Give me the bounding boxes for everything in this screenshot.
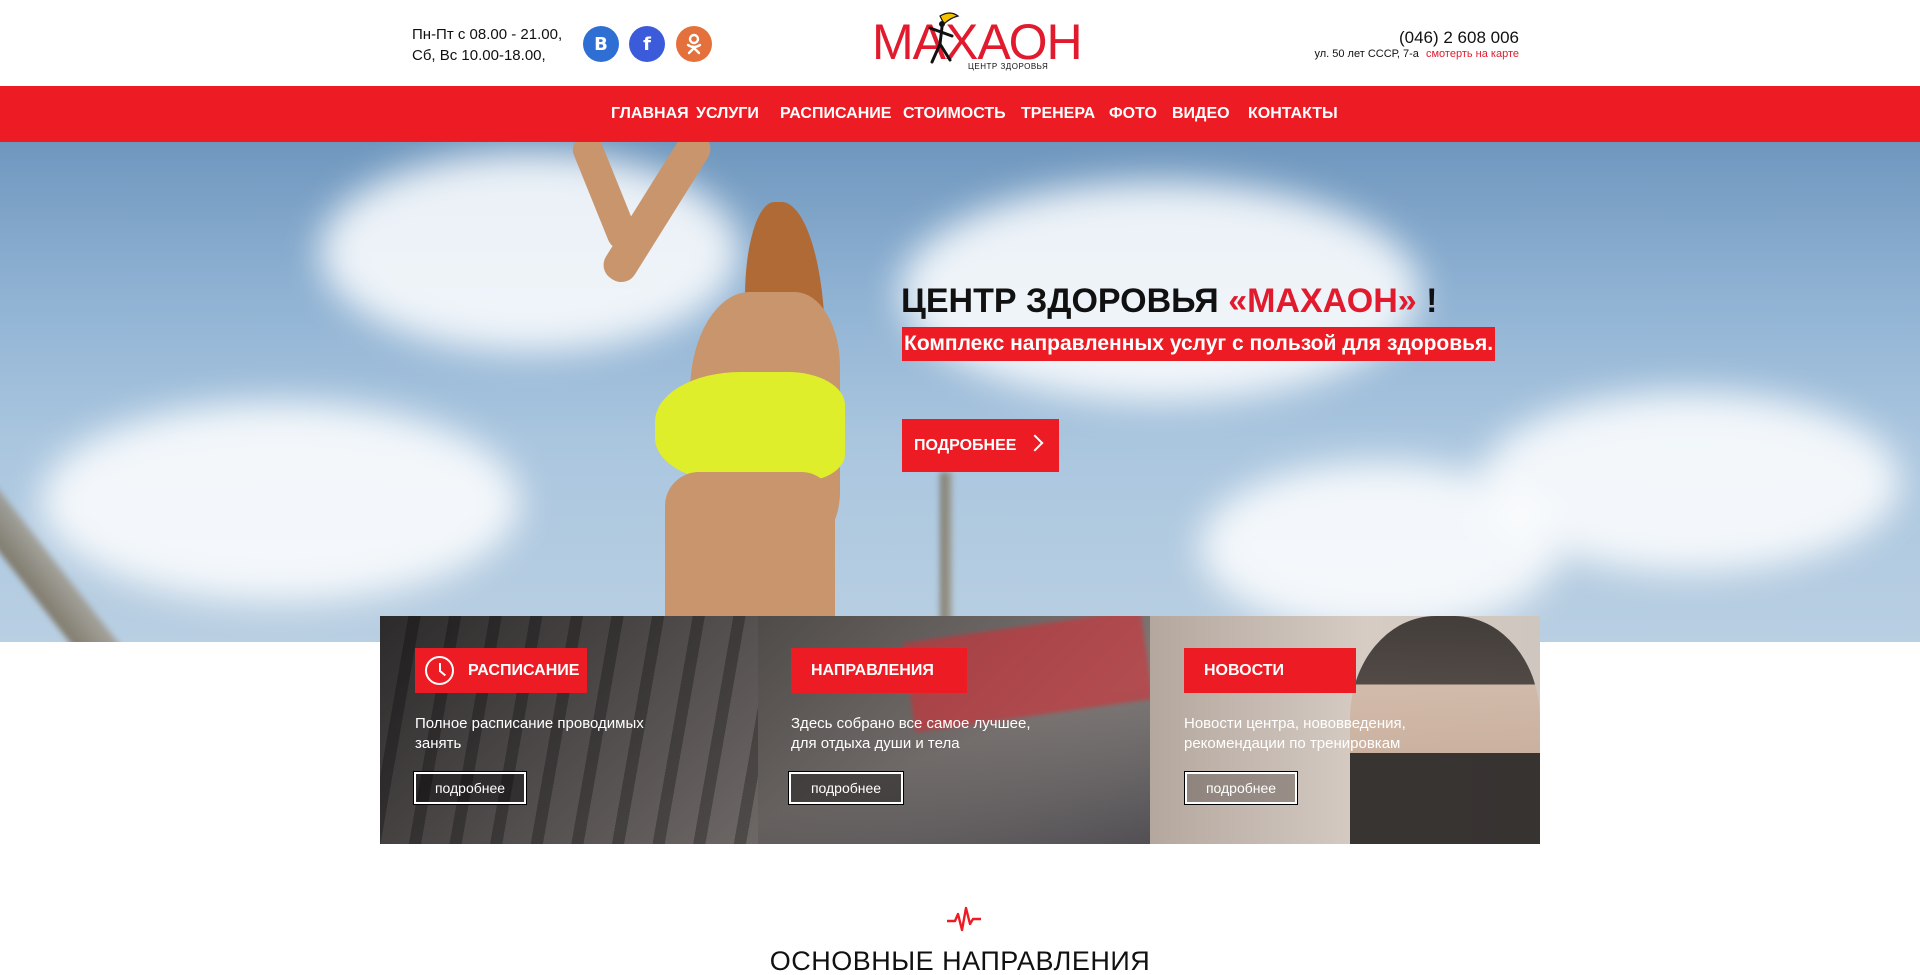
section-title: ОСНОВНЫЕ НАПРАВЛЕНИЯ bbox=[769, 946, 1151, 975]
opening-hours: Пн-Пт с 08.00 - 21.00, Сб, Вс 10.00-18.0… bbox=[412, 24, 562, 66]
heartbeat-icon bbox=[947, 906, 981, 932]
hours-weekdays: Пн-Пт с 08.00 - 21.00, bbox=[412, 26, 563, 43]
map-link[interactable]: смотерть на карте bbox=[1426, 48, 1519, 60]
butterfly-figure-icon bbox=[928, 12, 960, 64]
nav-item-home[interactable]: ГЛАВНАЯ bbox=[611, 86, 689, 142]
nav-item-prices[interactable]: СТОИМОСТЬ bbox=[903, 86, 1006, 142]
address-text: ул. 50 лет СССР, 7-а bbox=[1314, 48, 1419, 60]
phone-number[interactable]: (046) 2 608 006 bbox=[1399, 28, 1519, 48]
hero-title-brand: «МАХАОН» bbox=[1228, 282, 1417, 320]
hero-more-label: ПОДРОБНЕЕ bbox=[914, 436, 1017, 454]
hero-title: ЦЕНТР ЗДОРОВЬЯ «МАХАОН» ! bbox=[901, 282, 1437, 321]
odnoklassniki-glyph bbox=[686, 33, 702, 55]
hero-title-suffix: ! bbox=[1426, 282, 1438, 320]
address-block: ул. 50 лет СССР, 7-а смотерть на карте bbox=[1314, 48, 1519, 60]
hero-subtitle: Комплекс направленных услуг с пользой дл… bbox=[902, 327, 1496, 361]
site-logo[interactable]: МАХАОН ЦЕНТР ЗДОРОВЬЯ bbox=[870, 10, 1083, 76]
nav-item-services[interactable]: УСЛУГИ bbox=[696, 86, 759, 142]
main-nav: ГЛАВНАЯ УСЛУГИ РАСПИСАНИЕ СТОИМОСТЬ ТРЕН… bbox=[0, 86, 1920, 142]
vk-glyph: B bbox=[594, 33, 608, 55]
nav-item-trainers[interactable]: ТРЕНЕРА bbox=[1021, 86, 1095, 142]
logo-wordmark: МАХАОН bbox=[872, 14, 1083, 70]
hero-cloud bbox=[40, 402, 520, 602]
card-directions-more-button[interactable]: подробнее bbox=[788, 771, 904, 805]
hero-title-prefix: ЦЕНТР ЗДОРОВЬЯ bbox=[901, 282, 1219, 320]
feature-cards: РАСПИСАНИЕ Полное расписание проводимых … bbox=[380, 616, 1540, 844]
nav-item-contacts[interactable]: КОНТАКТЫ bbox=[1248, 86, 1338, 142]
card-directions-label: НАПРАВЛЕНИЯ bbox=[791, 648, 967, 693]
logo-subtitle: ЦЕНТР ЗДОРОВЬЯ bbox=[968, 62, 1049, 71]
facebook-icon[interactable]: f bbox=[629, 26, 665, 62]
facebook-glyph: f bbox=[643, 33, 651, 55]
card-schedule-label-text: РАСПИСАНИЕ bbox=[468, 662, 580, 679]
card-directions[interactable]: НАПРАВЛЕНИЯ Здесь собрано все самое лучш… bbox=[758, 616, 1150, 844]
hero-cloud bbox=[1200, 462, 1560, 632]
nav-item-schedule[interactable]: РАСПИСАНИЕ bbox=[780, 86, 891, 142]
hours-weekend: Сб, Вс 10.00-18.00, bbox=[412, 47, 546, 64]
hero-more-button[interactable]: ПОДРОБНЕЕ bbox=[902, 419, 1059, 472]
hero-banner: ЦЕНТР ЗДОРОВЬЯ «МАХАОН» ! Комплекс напра… bbox=[0, 142, 1920, 642]
vk-icon[interactable]: B bbox=[583, 26, 619, 62]
card-schedule-text: Полное расписание проводимых занять bbox=[415, 715, 644, 752]
card-news-label: НОВОСТИ bbox=[1184, 648, 1356, 693]
card-schedule-more-button[interactable]: подробнее bbox=[413, 771, 527, 805]
nav-item-photo[interactable]: ФОТО bbox=[1109, 86, 1157, 142]
site-header: Пн-Пт с 08.00 - 21.00, Сб, Вс 10.00-18.0… bbox=[0, 0, 1920, 86]
card-news-text: Новости центра, нововведения, рекомендац… bbox=[1184, 715, 1406, 752]
hero-athlete-top bbox=[655, 372, 845, 482]
odnoklassniki-icon[interactable] bbox=[676, 26, 712, 62]
card-directions-text: Здесь собрано все самое лучшее, для отды… bbox=[791, 715, 1031, 752]
card-news-more-button[interactable]: подробнее bbox=[1184, 771, 1298, 805]
chevron-right-icon bbox=[1026, 434, 1044, 452]
card-schedule-label: РАСПИСАНИЕ bbox=[415, 648, 587, 693]
clock-icon bbox=[425, 656, 454, 685]
card-schedule[interactable]: РАСПИСАНИЕ Полное расписание проводимых … bbox=[380, 616, 758, 844]
nav-item-video[interactable]: ВИДЕО bbox=[1172, 86, 1230, 142]
card-news[interactable]: НОВОСТИ Новости центра, нововведения, ре… bbox=[1150, 616, 1540, 844]
